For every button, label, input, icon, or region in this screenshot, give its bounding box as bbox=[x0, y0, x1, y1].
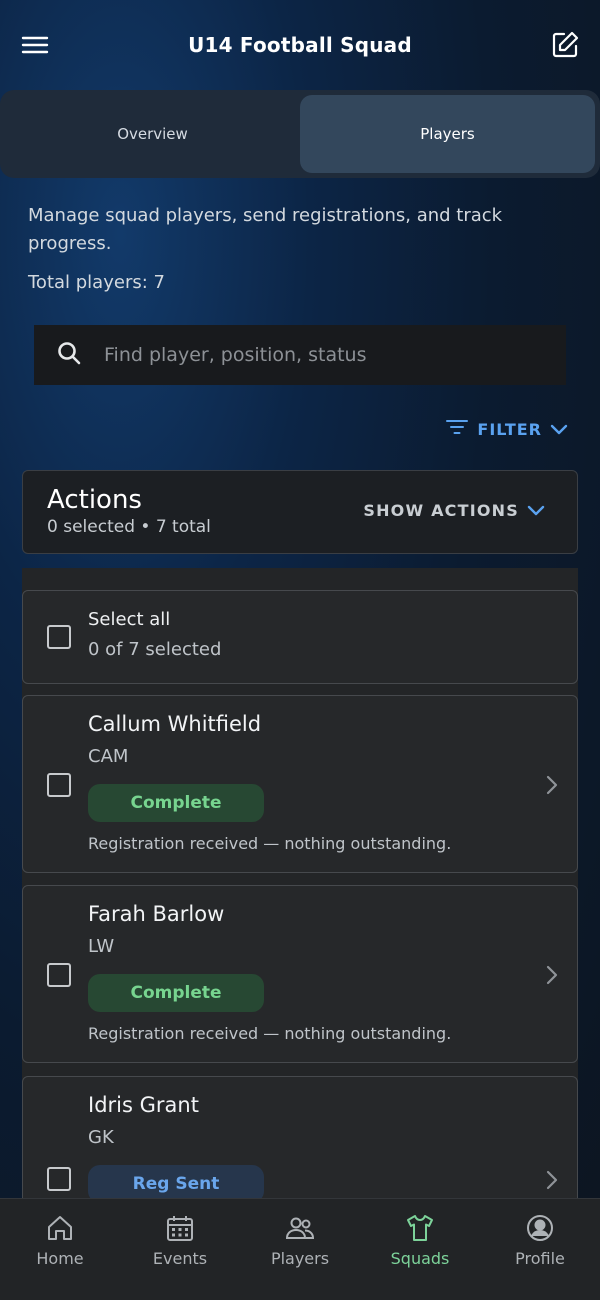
chevron-right-icon[interactable] bbox=[545, 964, 559, 986]
player-name: Farah Barlow bbox=[88, 902, 225, 926]
people-icon bbox=[285, 1217, 315, 1239]
tab-players[interactable]: Players bbox=[300, 95, 595, 173]
actions-panel: Actions 0 selected • 7 total SHOW ACTION… bbox=[22, 470, 578, 554]
show-actions-button[interactable]: SHOW ACTIONS bbox=[363, 501, 545, 520]
home-icon bbox=[48, 1216, 72, 1240]
status-note: Registration received — nothing outstand… bbox=[88, 834, 452, 853]
nav-players-label: Players bbox=[270, 1249, 330, 1268]
nav-squads-label: Squads bbox=[390, 1249, 450, 1268]
nav-players[interactable]: Players bbox=[240, 1199, 360, 1300]
player-position: CAM bbox=[88, 746, 129, 767]
nav-profile[interactable]: Profile bbox=[480, 1199, 600, 1300]
filter-button[interactable]: FILTER bbox=[445, 418, 568, 440]
filter-label: FILTER bbox=[477, 419, 542, 439]
select-all-checkbox[interactable] bbox=[47, 625, 71, 649]
nav-home[interactable]: Home bbox=[0, 1199, 120, 1300]
status-note: Registration received — nothing outstand… bbox=[88, 1024, 452, 1043]
player-checkbox[interactable] bbox=[47, 773, 71, 797]
total-players: Total players: 7 bbox=[28, 272, 165, 293]
chevron-right-icon[interactable] bbox=[545, 1169, 559, 1191]
status-badge: Complete bbox=[88, 784, 264, 822]
hamburger-menu-icon[interactable] bbox=[20, 30, 50, 60]
nav-squads[interactable]: Squads bbox=[360, 1199, 480, 1300]
player-name: Idris Grant bbox=[88, 1093, 199, 1117]
nav-profile-label: Profile bbox=[515, 1249, 565, 1268]
profile-icon bbox=[527, 1215, 553, 1241]
page-description: Manage squad players, send registrations… bbox=[28, 205, 503, 254]
player-card[interactable]: Callum Whitfield CAM Complete Registrati… bbox=[22, 695, 578, 873]
nav-home-label: Home bbox=[36, 1249, 84, 1268]
selection-count: 0 of 7 selected bbox=[88, 639, 222, 660]
bottom-navigation: Home Events Players Squads Profile bbox=[0, 1198, 600, 1300]
status-badge: Complete bbox=[88, 974, 264, 1012]
select-all-row: Select all 0 of 7 selected bbox=[22, 590, 578, 684]
player-checkbox[interactable] bbox=[47, 1167, 71, 1191]
chevron-right-icon[interactable] bbox=[545, 774, 559, 796]
player-card[interactable]: Farah Barlow LW Complete Registration re… bbox=[22, 885, 578, 1063]
chevron-down-icon bbox=[550, 420, 568, 439]
search-input[interactable] bbox=[104, 344, 524, 366]
tab-bar: Overview Players bbox=[0, 90, 600, 178]
nav-events-label: Events bbox=[152, 1249, 208, 1268]
search-icon bbox=[56, 340, 82, 370]
chevron-down-icon bbox=[527, 501, 545, 520]
show-actions-label: SHOW ACTIONS bbox=[363, 501, 519, 520]
actions-summary: 0 selected • 7 total bbox=[47, 517, 211, 537]
player-position: LW bbox=[88, 936, 115, 957]
player-checkbox[interactable] bbox=[47, 963, 71, 987]
tab-overview[interactable]: Overview bbox=[5, 95, 300, 173]
search-bar bbox=[34, 325, 566, 385]
page-title: U14 Football Squad bbox=[188, 33, 412, 57]
shirt-icon bbox=[407, 1215, 433, 1241]
app-header: U14 Football Squad bbox=[0, 0, 600, 90]
nav-events[interactable]: Events bbox=[120, 1199, 240, 1300]
select-all-label: Select all bbox=[88, 609, 171, 630]
filter-icon bbox=[445, 418, 469, 440]
player-position: GK bbox=[88, 1127, 114, 1148]
edit-icon[interactable] bbox=[548, 28, 582, 62]
calendar-icon bbox=[167, 1216, 193, 1241]
player-name: Callum Whitfield bbox=[88, 712, 262, 736]
